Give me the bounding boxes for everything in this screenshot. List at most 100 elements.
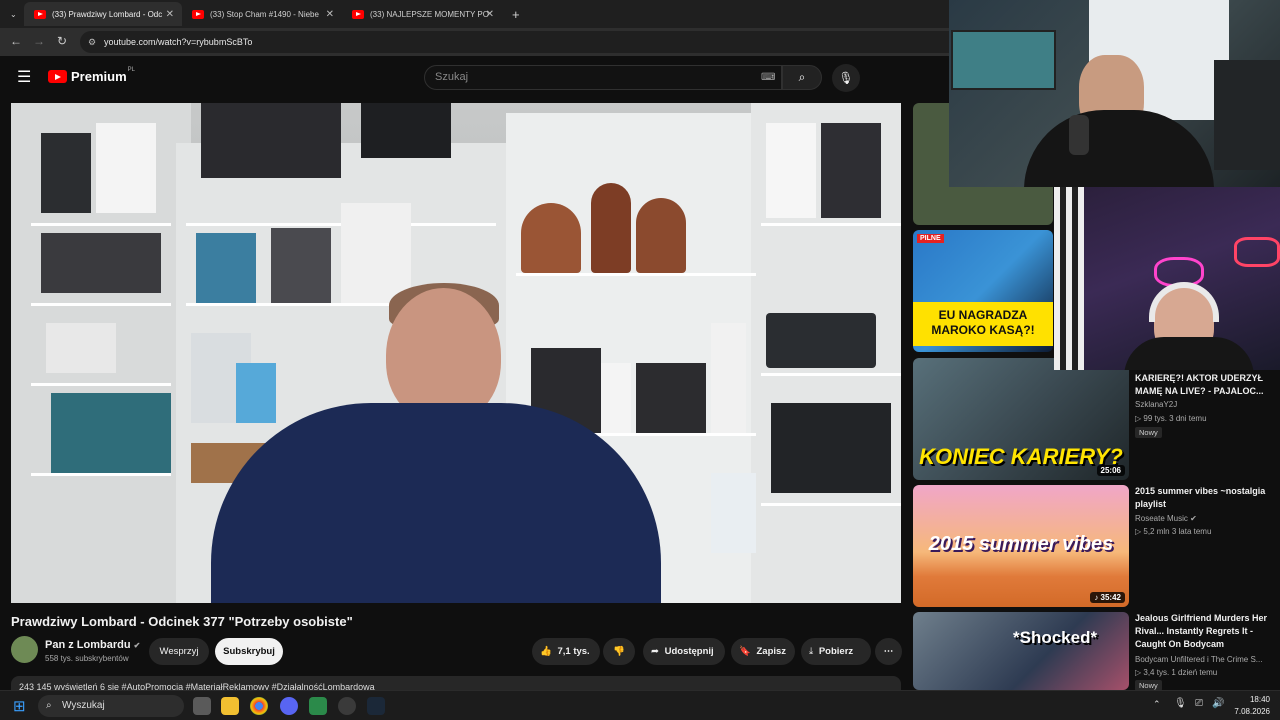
- tab-list-button[interactable]: ⌄: [0, 2, 22, 26]
- thumb-tag: PILNE: [917, 234, 944, 243]
- share-icon: ➦: [651, 646, 659, 657]
- shelf-board: [31, 303, 171, 306]
- product-box: [271, 228, 331, 303]
- recommendation-channel[interactable]: Bodycam Unfiltered i The Crime S...: [1135, 655, 1262, 664]
- share-label: Udostępnij: [664, 646, 714, 657]
- product-box: [51, 393, 171, 473]
- product-box: [711, 473, 756, 553]
- file-explorer-icon[interactable]: [221, 697, 239, 715]
- terminal-icon[interactable]: [309, 697, 327, 715]
- youtube-logo[interactable]: Premium PL: [48, 66, 135, 84]
- download-icon: ⤓: [809, 646, 814, 657]
- thumb-caption: 2015 summer vibes: [928, 533, 1114, 555]
- share-button[interactable]: ➦ Udostępnij: [643, 638, 725, 665]
- search-button[interactable]: ⌕: [782, 65, 822, 90]
- new-tab-button[interactable]: +: [502, 2, 522, 26]
- product-box: [341, 203, 411, 303]
- like-button[interactable]: 👍 7,1 tys.: [532, 638, 600, 665]
- site-info-icon[interactable]: ⚙: [88, 31, 96, 53]
- bookmark-icon: 🔖: [739, 646, 751, 657]
- striped-wall: [1054, 187, 1084, 370]
- product-box: [96, 123, 156, 213]
- forward-arrow-icon[interactable]: →: [33, 34, 45, 48]
- neon-sign: [1234, 237, 1280, 267]
- subscribe-label: Subskrybuj: [223, 646, 275, 657]
- webcam-overlay-top: [949, 0, 1280, 187]
- microphone-icon: 🎙: [838, 71, 854, 85]
- save-button[interactable]: 🔖 Zapisz: [731, 638, 795, 665]
- product-box: [601, 363, 631, 433]
- product-box: [46, 323, 116, 373]
- recommendation-title[interactable]: 2015 summer vibes ~nostalgia playlist: [1135, 485, 1270, 511]
- logo-region: PL: [127, 66, 135, 73]
- thumbs-down-icon: 👎: [613, 646, 625, 657]
- taskbar-search[interactable]: ⌕ Wyszukaj: [38, 695, 184, 717]
- close-icon[interactable]: ✕: [166, 9, 174, 20]
- steam-icon[interactable]: [367, 697, 385, 715]
- back-arrow-icon[interactable]: ←: [10, 34, 22, 48]
- channel-name-text: Pan z Lombardu: [45, 639, 131, 651]
- download-button[interactable]: ⤓ Pobierz: [801, 638, 871, 665]
- save-label: Zapisz: [756, 646, 787, 657]
- shelf-board: [761, 223, 901, 226]
- plus-icon: +: [512, 6, 520, 22]
- voice-search-button[interactable]: 🎙: [832, 64, 860, 92]
- video-title: Prawdziwy Lombard - Odcinek 377 "Potrzeb…: [11, 614, 353, 629]
- channel-name[interactable]: Pan z Lombardu ✔: [45, 639, 140, 651]
- recommendation-channel[interactable]: SzklanaY2J: [1135, 400, 1177, 409]
- shelf-board: [31, 473, 171, 476]
- subscribe-button[interactable]: Subskrybuj: [215, 638, 283, 665]
- system-clock[interactable]: 18:40 7.08.2026: [1234, 694, 1270, 718]
- clock-time: 18:40: [1249, 695, 1270, 704]
- network-icon[interactable]: ⎚: [1195, 698, 1203, 709]
- video-player[interactable]: [11, 103, 901, 603]
- thumb-caption: *Shocked*: [1013, 628, 1098, 647]
- shelf-board: [761, 503, 901, 506]
- discord-icon[interactable]: [280, 697, 298, 715]
- recommendation-channel[interactable]: Roseate Music ✔: [1135, 514, 1197, 523]
- recommendation-thumb[interactable]: PILNE EU NAGRADZA MAROKO KASĄ?!: [913, 230, 1053, 352]
- recommendation-thumb[interactable]: KONIEC KARIERY? 25:06: [913, 358, 1129, 480]
- search-icon: ⌕: [798, 70, 806, 84]
- vase: [591, 183, 631, 273]
- keyboard-icon[interactable]: ⌨: [761, 66, 775, 89]
- more-icon: ⋯: [883, 646, 894, 657]
- tab-1[interactable]: (33) Prawdziwy Lombard - Odc ✕: [24, 2, 182, 26]
- reload-icon[interactable]: ↻: [57, 34, 67, 48]
- tab-2[interactable]: (33) Stop Cham #1490 - Niebe ✕: [182, 2, 342, 26]
- search-icon: ⌕: [46, 700, 52, 711]
- logo-text: Premium: [71, 69, 127, 84]
- subscriber-count: 558 tys. subskrybentów: [45, 654, 129, 663]
- product-box: [636, 363, 706, 433]
- volume-icon[interactable]: 🔊: [1212, 698, 1224, 709]
- shelf-board: [31, 223, 171, 226]
- support-label: Wesprzyj: [159, 646, 199, 657]
- recommendation-thumb[interactable]: 2015 summer vibes ♪ 35:42: [913, 485, 1129, 607]
- close-icon[interactable]: ✕: [486, 9, 494, 20]
- channel-avatar[interactable]: [11, 636, 38, 663]
- youtube-favicon-icon: [34, 9, 46, 19]
- thumbs-up-icon: 👍: [540, 646, 552, 657]
- menu-icon[interactable]: ☰: [17, 67, 31, 87]
- recommendation-title[interactable]: KARIERĘ?! AKTOR UDERZYŁ MAMĘ NA LIVE? - …: [1135, 372, 1270, 398]
- close-icon[interactable]: ✕: [326, 9, 334, 20]
- chrome-icon[interactable]: [250, 697, 268, 715]
- dislike-button[interactable]: 👎: [603, 638, 635, 665]
- new-badge: Nowy: [1135, 427, 1162, 438]
- tab-3[interactable]: (33) NAJLEPSZE MOMENTY PO ✕: [342, 2, 502, 26]
- tablet-device: [766, 313, 876, 368]
- product-box: [201, 103, 341, 178]
- support-button[interactable]: Wesprzyj: [149, 638, 209, 665]
- recommendation-title[interactable]: Jealous Girlfriend Murders Her Rival... …: [1135, 612, 1270, 651]
- task-view-icon[interactable]: [193, 697, 211, 715]
- obs-icon[interactable]: [338, 697, 356, 715]
- microphone-icon[interactable]: 🎙: [1174, 698, 1187, 709]
- youtube-favicon-icon: [352, 9, 364, 19]
- windows-start-icon[interactable]: ⊞: [13, 697, 26, 715]
- search-input[interactable]: Szukaj ⌨: [424, 65, 782, 90]
- thumb-caption: EU NAGRADZA MAROKO KASĄ?!: [913, 302, 1053, 346]
- clock-date: 7.08.2026: [1234, 707, 1270, 716]
- chevron-up-icon[interactable]: ⌃: [1153, 699, 1161, 710]
- more-actions-button[interactable]: ⋯: [875, 638, 902, 665]
- recommendation-thumb[interactable]: *Shocked*: [913, 612, 1129, 690]
